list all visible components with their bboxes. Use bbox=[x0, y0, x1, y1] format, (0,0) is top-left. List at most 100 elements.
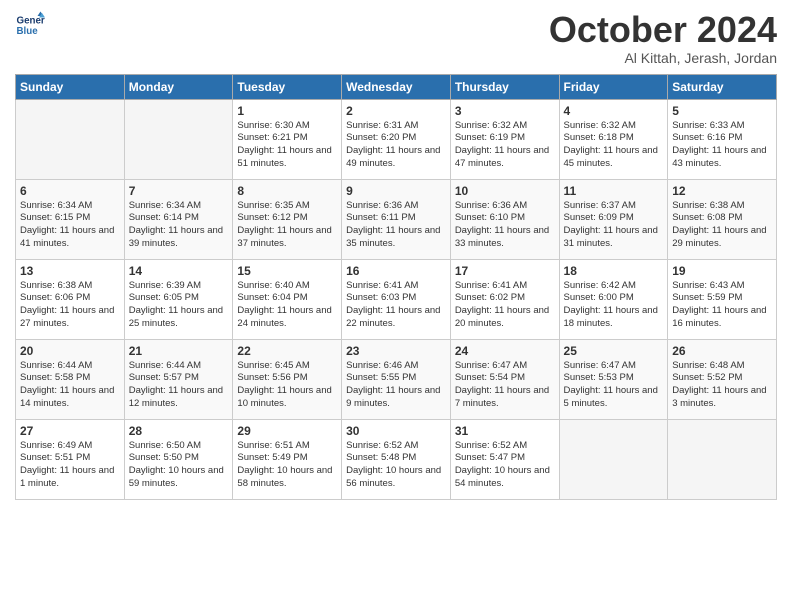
day-number: 4 bbox=[564, 104, 664, 118]
logo: General Blue bbox=[15, 10, 45, 40]
cell-info: Sunrise: 6:50 AMSunset: 5:50 PMDaylight:… bbox=[129, 440, 229, 491]
cell-info: Sunrise: 6:47 AMSunset: 5:54 PMDaylight:… bbox=[455, 360, 555, 411]
location: Al Kittah, Jerash, Jordan bbox=[549, 50, 777, 66]
cell-info: Sunrise: 6:44 AMSunset: 5:57 PMDaylight:… bbox=[129, 360, 229, 411]
calendar-cell: 24 Sunrise: 6:47 AMSunset: 5:54 PMDayligh… bbox=[450, 339, 559, 419]
day-number: 21 bbox=[129, 344, 229, 358]
day-header-wednesday: Wednesday bbox=[342, 74, 451, 99]
calendar-cell: 5 Sunrise: 6:33 AMSunset: 6:16 PMDaylight… bbox=[668, 99, 777, 179]
calendar-cell bbox=[559, 419, 668, 499]
header-row: SundayMondayTuesdayWednesdayThursdayFrid… bbox=[16, 74, 777, 99]
cell-info: Sunrise: 6:44 AMSunset: 5:58 PMDaylight:… bbox=[20, 360, 120, 411]
calendar-cell: 15 Sunrise: 6:40 AMSunset: 6:04 PMDayligh… bbox=[233, 259, 342, 339]
day-number: 15 bbox=[237, 264, 337, 278]
calendar-week-4: 20 Sunrise: 6:44 AMSunset: 5:58 PMDayligh… bbox=[16, 339, 777, 419]
cell-info: Sunrise: 6:33 AMSunset: 6:16 PMDaylight:… bbox=[672, 120, 772, 171]
cell-info: Sunrise: 6:32 AMSunset: 6:19 PMDaylight:… bbox=[455, 120, 555, 171]
day-number: 23 bbox=[346, 344, 446, 358]
calendar-cell bbox=[668, 419, 777, 499]
calendar-cell: 7 Sunrise: 6:34 AMSunset: 6:14 PMDaylight… bbox=[124, 179, 233, 259]
calendar-cell: 6 Sunrise: 6:34 AMSunset: 6:15 PMDaylight… bbox=[16, 179, 125, 259]
calendar-cell: 18Sunrise: 6:42 AMSunset: 6:00 PMDayligh… bbox=[559, 259, 668, 339]
cell-info: Sunrise: 6:32 AMSunset: 6:18 PMDaylight:… bbox=[564, 120, 664, 171]
cell-info: Sunrise: 6:39 AMSunset: 6:05 PMDaylight:… bbox=[129, 280, 229, 331]
calendar-cell: 16 Sunrise: 6:41 AMSunset: 6:03 PMDayligh… bbox=[342, 259, 451, 339]
cell-info: Sunrise: 6:46 AMSunset: 5:55 PMDaylight:… bbox=[346, 360, 446, 411]
header: General Blue October 2024 Al Kittah, Jer… bbox=[15, 10, 777, 66]
day-number: 17 bbox=[455, 264, 555, 278]
calendar-week-3: 13 Sunrise: 6:38 AMSunset: 6:06 PMDayligh… bbox=[16, 259, 777, 339]
calendar-cell: 30 Sunrise: 6:52 AMSunset: 5:48 PMDayligh… bbox=[342, 419, 451, 499]
day-header-sunday: Sunday bbox=[16, 74, 125, 99]
day-number: 28 bbox=[129, 424, 229, 438]
day-number: 2 bbox=[346, 104, 446, 118]
calendar-week-1: 1 Sunrise: 6:30 AMSunset: 6:21 PMDaylight… bbox=[16, 99, 777, 179]
cell-info: Sunrise: 6:40 AMSunset: 6:04 PMDaylight:… bbox=[237, 280, 337, 331]
title-area: October 2024 Al Kittah, Jerash, Jordan bbox=[549, 10, 777, 66]
cell-info: Sunrise: 6:49 AMSunset: 5:51 PMDaylight:… bbox=[20, 440, 120, 491]
cell-info: Sunrise: 6:47 AMSunset: 5:53 PMDaylight:… bbox=[564, 360, 664, 411]
day-number: 1 bbox=[237, 104, 337, 118]
cell-info: Sunrise: 6:41 AMSunset: 6:02 PMDaylight:… bbox=[455, 280, 555, 331]
month-title: October 2024 bbox=[549, 10, 777, 50]
calendar-cell: 13 Sunrise: 6:38 AMSunset: 6:06 PMDayligh… bbox=[16, 259, 125, 339]
day-number: 20 bbox=[20, 344, 120, 358]
day-number: 30 bbox=[346, 424, 446, 438]
cell-info: Sunrise: 6:38 AMSunset: 6:06 PMDaylight:… bbox=[20, 280, 120, 331]
day-number: 31 bbox=[455, 424, 555, 438]
cell-info: Sunrise: 6:30 AMSunset: 6:21 PMDaylight:… bbox=[237, 120, 337, 171]
calendar-cell: 31Sunrise: 6:52 AMSunset: 5:47 PMDayligh… bbox=[450, 419, 559, 499]
day-number: 7 bbox=[129, 184, 229, 198]
day-header-saturday: Saturday bbox=[668, 74, 777, 99]
calendar-cell: 17 Sunrise: 6:41 AMSunset: 6:02 PMDayligh… bbox=[450, 259, 559, 339]
cell-info: Sunrise: 6:36 AMSunset: 6:10 PMDaylight:… bbox=[455, 200, 555, 251]
calendar-cell: 25Sunrise: 6:47 AMSunset: 5:53 PMDayligh… bbox=[559, 339, 668, 419]
logo-icon: General Blue bbox=[15, 10, 45, 40]
calendar-cell: 28 Sunrise: 6:50 AMSunset: 5:50 PMDayligh… bbox=[124, 419, 233, 499]
calendar-table: SundayMondayTuesdayWednesdayThursdayFrid… bbox=[15, 74, 777, 500]
day-number: 13 bbox=[20, 264, 120, 278]
day-number: 24 bbox=[455, 344, 555, 358]
cell-info: Sunrise: 6:48 AMSunset: 5:52 PMDaylight:… bbox=[672, 360, 772, 411]
calendar-cell: 29 Sunrise: 6:51 AMSunset: 5:49 PMDayligh… bbox=[233, 419, 342, 499]
cell-info: Sunrise: 6:43 AMSunset: 5:59 PMDaylight:… bbox=[672, 280, 772, 331]
cell-info: Sunrise: 6:41 AMSunset: 6:03 PMDaylight:… bbox=[346, 280, 446, 331]
calendar-cell bbox=[124, 99, 233, 179]
calendar-cell bbox=[16, 99, 125, 179]
calendar-cell: 9 Sunrise: 6:36 AMSunset: 6:11 PMDaylight… bbox=[342, 179, 451, 259]
cell-info: Sunrise: 6:37 AMSunset: 6:09 PMDaylight:… bbox=[564, 200, 664, 251]
day-number: 22 bbox=[237, 344, 337, 358]
day-number: 10 bbox=[455, 184, 555, 198]
day-number: 16 bbox=[346, 264, 446, 278]
day-number: 5 bbox=[672, 104, 772, 118]
day-number: 8 bbox=[237, 184, 337, 198]
calendar-cell: 4 Sunrise: 6:32 AMSunset: 6:18 PMDaylight… bbox=[559, 99, 668, 179]
day-number: 3 bbox=[455, 104, 555, 118]
day-number: 26 bbox=[672, 344, 772, 358]
day-number: 14 bbox=[129, 264, 229, 278]
calendar-cell: 8 Sunrise: 6:35 AMSunset: 6:12 PMDaylight… bbox=[233, 179, 342, 259]
calendar-cell: 20 Sunrise: 6:44 AMSunset: 5:58 PMDayligh… bbox=[16, 339, 125, 419]
cell-info: Sunrise: 6:51 AMSunset: 5:49 PMDaylight:… bbox=[237, 440, 337, 491]
cell-info: Sunrise: 6:36 AMSunset: 6:11 PMDaylight:… bbox=[346, 200, 446, 251]
day-number: 29 bbox=[237, 424, 337, 438]
day-number: 6 bbox=[20, 184, 120, 198]
page: General Blue October 2024 Al Kittah, Jer… bbox=[0, 0, 792, 612]
day-number: 18 bbox=[564, 264, 664, 278]
calendar-cell: 26 Sunrise: 6:48 AMSunset: 5:52 PMDayligh… bbox=[668, 339, 777, 419]
day-number: 9 bbox=[346, 184, 446, 198]
cell-info: Sunrise: 6:34 AMSunset: 6:14 PMDaylight:… bbox=[129, 200, 229, 251]
cell-info: Sunrise: 6:52 AMSunset: 5:48 PMDaylight:… bbox=[346, 440, 446, 491]
calendar-cell: 22 Sunrise: 6:45 AMSunset: 5:56 PMDayligh… bbox=[233, 339, 342, 419]
day-header-friday: Friday bbox=[559, 74, 668, 99]
calendar-cell: 12 Sunrise: 6:38 AMSunset: 6:08 PMDayligh… bbox=[668, 179, 777, 259]
cell-info: Sunrise: 6:34 AMSunset: 6:15 PMDaylight:… bbox=[20, 200, 120, 251]
day-number: 12 bbox=[672, 184, 772, 198]
cell-info: Sunrise: 6:35 AMSunset: 6:12 PMDaylight:… bbox=[237, 200, 337, 251]
cell-info: Sunrise: 6:38 AMSunset: 6:08 PMDaylight:… bbox=[672, 200, 772, 251]
calendar-cell: 27 Sunrise: 6:49 AMSunset: 5:51 PMDayligh… bbox=[16, 419, 125, 499]
day-number: 27 bbox=[20, 424, 120, 438]
calendar-cell: 1 Sunrise: 6:30 AMSunset: 6:21 PMDaylight… bbox=[233, 99, 342, 179]
day-number: 11 bbox=[564, 184, 664, 198]
cell-info: Sunrise: 6:45 AMSunset: 5:56 PMDaylight:… bbox=[237, 360, 337, 411]
